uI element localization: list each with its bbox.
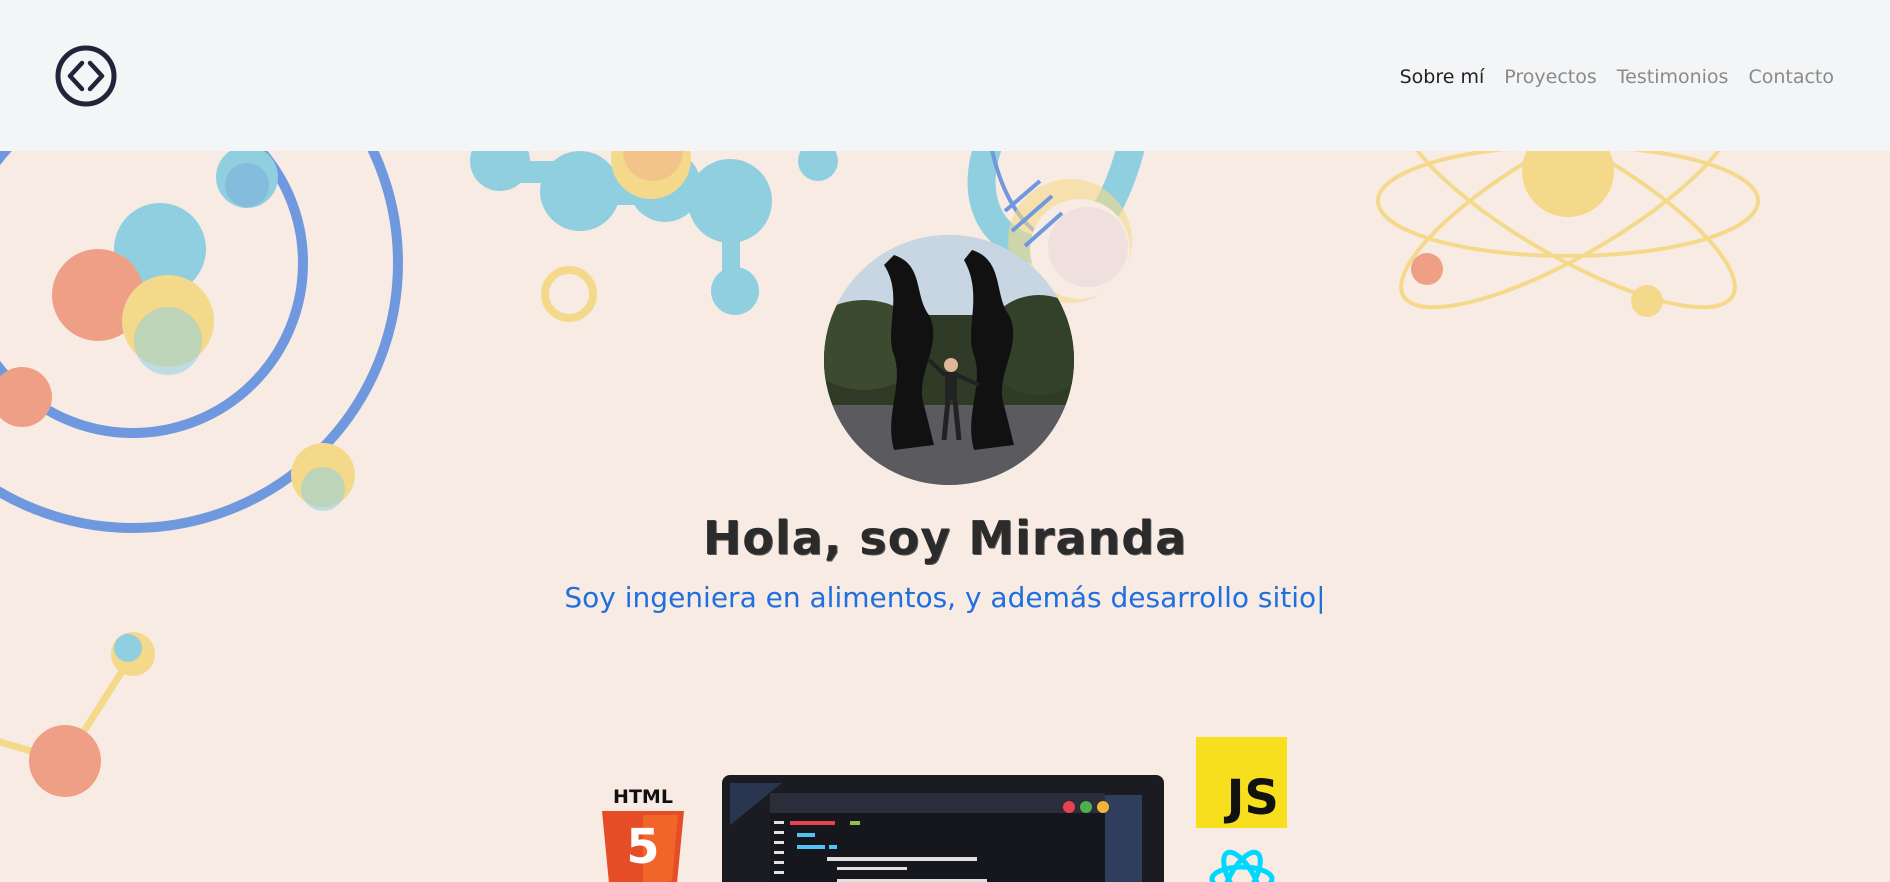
profile-photo [824, 235, 1074, 485]
nav-link-contacto[interactable]: Contacto [1748, 66, 1834, 88]
nav-link-proyectos[interactable]: Proyectos [1504, 66, 1597, 88]
html5-number: 5 [626, 819, 659, 875]
code-brackets-icon[interactable] [54, 44, 118, 108]
javascript-label: JS [1226, 770, 1279, 826]
code-editor-laptop-illustration [722, 775, 1164, 882]
nav-link-testimonios[interactable]: Testimonios [1617, 66, 1729, 88]
typing-cursor: | [1316, 581, 1326, 614]
hero-section: Hola, soy Miranda Soy ingeniera en alime… [0, 151, 1890, 882]
hero-subtitle: Soy ingeniera en alimentos, y además des… [0, 581, 1890, 614]
nav-links: Sobre mí Proyectos Testimonios Contacto [1400, 66, 1834, 88]
html5-label: HTML [613, 786, 673, 808]
react-logo [1209, 849, 1275, 882]
javascript-logo: JS [1196, 737, 1287, 828]
navbar: Sobre mí Proyectos Testimonios Contacto [0, 0, 1890, 151]
hero-subtitle-text: Soy ingeniera en alimentos, y además des… [564, 581, 1317, 614]
nav-link-sobre-mi[interactable]: Sobre mí [1400, 66, 1485, 88]
hero-title: Hola, soy Miranda [702, 511, 1188, 565]
html5-logo: HTML 5 [602, 786, 684, 882]
